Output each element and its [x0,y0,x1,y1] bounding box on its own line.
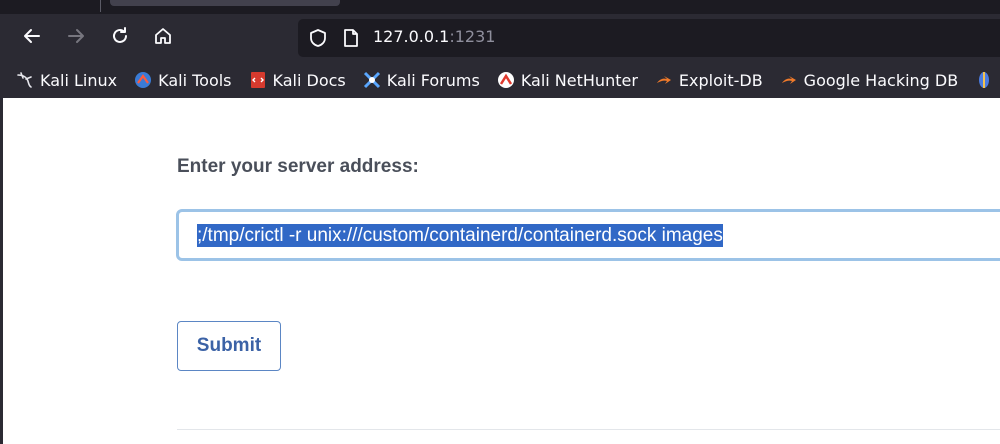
offsec-icon [975,71,993,89]
left-edge [0,98,3,444]
url-host: 127.0.0.1 [373,27,450,46]
tab-strip [0,0,1000,14]
bookmark-label: Kali Tools [158,70,232,90]
navigation-toolbar: 127.0.0.1:1231 [0,14,1000,62]
bookmark-kali-forums[interactable]: Kali Forums [363,71,480,90]
reload-button[interactable] [102,20,138,56]
server-address-label: Enter your server address: [177,156,419,177]
bookmark-kali-linux[interactable]: Kali Linux [16,71,117,90]
bookmark-exploit-db[interactable]: Exploit-DB [655,71,763,90]
bookmark-google-hacking-db[interactable]: Google Hacking DB [780,70,959,90]
reload-icon [110,26,130,50]
exploit-db-icon [655,71,673,89]
bookmark-label: Kali Docs [272,70,346,90]
kali-nethunter-icon [497,71,515,89]
page-info-icon[interactable] [342,28,360,52]
bookmark-label: Kali NetHunter [520,70,638,90]
server-address-input[interactable]: ;/tmp/crictl -r unix:///custom/container… [176,209,1000,261]
tab-separator [100,0,101,12]
bookmark-kali-nethunter[interactable]: Kali NetHunter [497,71,638,90]
bookmark-kali-tools[interactable]: Kali Tools [134,70,232,90]
active-tab[interactable] [110,0,340,6]
bookmark-label: Kali Linux [40,70,118,90]
forward-arrow-icon [66,26,86,50]
kali-docs-icon [249,71,267,89]
kali-dragon-icon [16,71,34,89]
bookmark-label: Exploit-DB [678,70,763,90]
bookmarks-toolbar: Kali Linux Kali Tools Kali Docs Kali For… [0,62,1000,98]
bookmark-kali-docs[interactable]: Kali Docs [249,71,346,90]
shield-icon[interactable] [308,28,328,52]
input-text: ;/tmp/crictl -r unix:///custom/container… [197,224,723,247]
home-button[interactable] [145,20,181,56]
forward-button[interactable] [58,20,94,56]
back-arrow-icon [22,26,42,50]
bookmark-label: Google Hacking DB [803,70,959,90]
bookmark-offsec[interactable]: O [975,71,1000,90]
bookmark-label: Kali Forums [386,70,480,90]
url-port: :1231 [449,27,496,46]
divider [177,429,1000,430]
home-icon [153,26,173,50]
kali-tools-icon [134,71,152,89]
address-bar[interactable]: 127.0.0.1:1231 [298,19,1000,57]
google-hacking-db-icon [780,71,798,89]
submit-button[interactable]: Submit [177,321,281,371]
kali-forums-icon [363,71,381,89]
url-text[interactable]: 127.0.0.1:1231 [373,27,495,46]
page-content: Enter your server address: ;/tmp/crictl … [0,98,1000,444]
selected-text: ;/tmp/crictl -r unix:///custom/container… [197,224,723,247]
back-button[interactable] [14,20,50,56]
